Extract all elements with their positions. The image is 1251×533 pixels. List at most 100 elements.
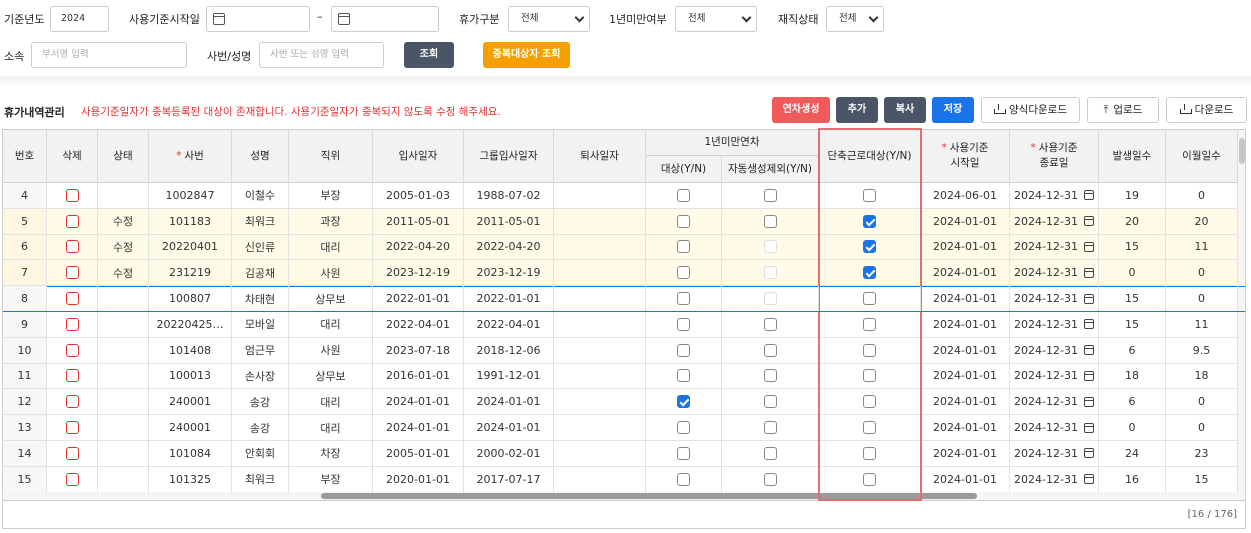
delete-checkbox[interactable] [65,446,79,460]
target-checkbox[interactable] [677,421,690,435]
target-checkbox[interactable] [677,266,690,280]
table-row[interactable]: 7 수정 231219 김공채 사원 2023-12-19 2023-12-19 2024-0… [3,260,1245,287]
cell-end-text: 2024-12-31 [1014,472,1078,486]
auto-exclude-checkbox[interactable] [763,343,777,357]
vertical-scroll-thumb[interactable] [1239,138,1245,164]
cell-group_join: 2022-04-20 [464,234,554,260]
cell-name: 김공채 [232,260,289,286]
cell-emp_no: 240001 [149,415,232,440]
target-checkbox[interactable] [677,317,690,331]
target-checkbox[interactable] [677,292,690,306]
cell-emp_no: 100013 [149,363,232,389]
table-row[interactable]: 14 101084 안회회 차장 2005-01-01 2000-02-01 2024-01… [3,441,1245,467]
auto-exclude-checkbox[interactable] [763,421,777,435]
table-row[interactable]: 9 20220425… 모바일 대리 2022-04-01 2022-04-01 2024-… [3,312,1245,338]
employment-label: 재직상태 [778,13,819,26]
calendar-icon[interactable] [1083,190,1094,201]
search-button[interactable]: 조회 [404,42,454,68]
table-row[interactable]: 5 수정 101183 최워크 과장 2011-05-01 2011-05-01 2024-0… [3,208,1245,235]
calendar-icon[interactable] [1083,370,1094,381]
cell-title-text: 과장 [320,215,341,229]
calendar-icon[interactable] [1083,422,1094,433]
calendar-icon[interactable] [1083,293,1094,304]
download-button[interactable]: 다운로드 [1166,97,1247,123]
calendar-icon[interactable] [1083,319,1094,330]
cell-group_join: 1988-07-02 [464,183,554,208]
delete-checkbox[interactable] [65,472,79,486]
generate-leave-button[interactable]: 연차생성 [772,97,830,123]
table-row[interactable]: 8 100807 차태현 상무보 2022-01-01 2022-01-01 2024-01… [3,286,1245,312]
template-download-button[interactable]: 양식다운로드 [981,97,1080,123]
start-date-to[interactable] [331,6,439,32]
employment-value: 전체 [839,13,857,24]
cell-start-text: 2024-01-01 [933,343,997,357]
copy-button[interactable]: 복사 [884,97,926,123]
delete-checkbox[interactable] [65,395,79,409]
table-row[interactable]: 6 수정 20220401 신인류 대리 2022-04-20 2022-04-20 2024… [3,234,1245,261]
calendar-icon[interactable] [1083,396,1094,407]
calendar-icon[interactable] [1083,267,1094,278]
calendar-icon[interactable] [1083,345,1094,356]
target-checkbox[interactable] [677,369,690,383]
delete-checkbox[interactable] [65,292,79,306]
cell-join: 2022-01-01 [373,286,464,311]
leave-type-select[interactable]: 전체 [508,6,590,32]
short-work-checkbox[interactable] [863,292,876,306]
duplicate-search-button[interactable]: 중복대상자 조회 [483,42,570,68]
horizontal-scrollbar[interactable] [3,492,1238,500]
auto-exclude-checkbox[interactable] [763,472,777,486]
delete-checkbox[interactable] [65,188,79,202]
table-row[interactable]: 11 100013 손사장 상무보 2016-01-01 1991-12-01 2024-0… [3,363,1245,390]
target-checkbox[interactable] [677,188,690,202]
save-button[interactable]: 저장 [932,97,974,123]
target-checkbox[interactable] [677,240,690,254]
table-row[interactable]: 12 240001 송강 대리 2024-01-01 2024-01-01 2024-01-… [3,389,1245,416]
cell-group_join: 1991-12-01 [464,363,554,389]
target-checkbox[interactable] [677,214,690,228]
delete-checkbox[interactable] [65,240,79,254]
vertical-scrollbar[interactable] [1238,130,1245,500]
cell-name-text: 신인류 [244,240,276,254]
cell-start-text: 2024-01-01 [933,369,997,383]
auto-exclude-checkbox[interactable] [763,214,777,228]
delete-checkbox[interactable] [65,266,79,280]
emp-input[interactable]: 사번 또는 성명 입력 [259,42,384,68]
delete-checkbox[interactable] [65,317,79,331]
cell-occur: 16 [1099,466,1166,492]
delete-checkbox[interactable] [65,421,79,435]
under-year-select[interactable]: 전체 [675,6,757,32]
cell-no-text: 11 [17,369,32,383]
year-input[interactable]: 2024 [50,6,109,32]
delete-checkbox[interactable] [65,343,79,357]
calendar-icon[interactable] [1083,216,1094,227]
start-date-from[interactable] [206,6,310,32]
calendar-icon[interactable] [213,13,225,25]
target-checkbox[interactable] [677,343,690,357]
delete-checkbox[interactable] [65,369,79,383]
calendar-icon[interactable] [1083,474,1094,485]
cell-join-text: 2016-01-01 [386,369,450,383]
auto-exclude-checkbox[interactable] [763,395,777,409]
delete-checkbox[interactable] [65,214,79,228]
add-button[interactable]: 추가 [836,97,878,123]
table-row[interactable]: 15 101325 최워크 부장 2020-01-01 2017-07-17 2024-01… [3,466,1245,493]
dept-input[interactable]: 부서명 입력 [31,42,187,68]
target-checkbox[interactable] [677,472,690,486]
table-row[interactable]: 10 101408 엄근무 사원 2023-07-18 2018-12-06 2024-01… [3,337,1245,364]
employment-select[interactable]: 전체 [826,6,884,32]
cell-state-text: 수정 [112,266,134,280]
table-row[interactable]: 4 1002847 이철수 부장 2005-01-03 1988-07-02 2024-06… [3,183,1245,209]
calendar-icon[interactable] [1083,241,1094,252]
table-row[interactable]: 13 240001 송강 대리 2024-01-01 2024-01-01 2024-01-… [3,415,1245,441]
auto-exclude-checkbox[interactable] [763,188,777,202]
auto-exclude-checkbox[interactable] [763,317,777,331]
cell-target [646,234,722,260]
calendar-icon[interactable] [338,13,350,25]
auto-exclude-checkbox[interactable] [763,369,777,383]
upload-button[interactable]: ⤒ 업로드 [1087,97,1159,123]
target-checkbox[interactable] [677,446,690,460]
auto-exclude-checkbox[interactable] [763,446,777,460]
target-checkbox[interactable] [677,395,690,409]
cell-start-text: 2024-01-01 [933,317,997,331]
calendar-icon[interactable] [1083,448,1094,459]
